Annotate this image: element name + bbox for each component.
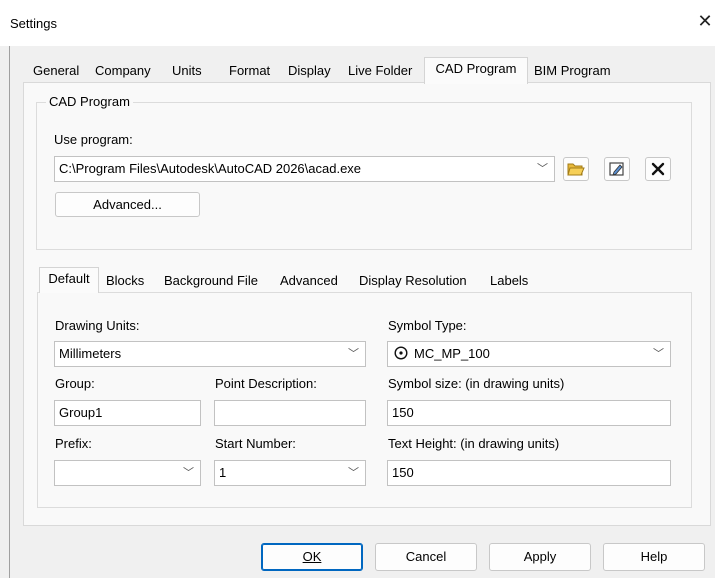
prefix-combo[interactable]: ﹀ <box>54 460 201 486</box>
symbol-type-value: MC_MP_100 <box>414 346 490 361</box>
prefix-label: Prefix: <box>55 436 92 451</box>
symbol-size-input[interactable]: 150 <box>387 400 671 426</box>
start-number-combo[interactable]: 1 ﹀ <box>214 460 366 486</box>
close-icon[interactable]: ✕ <box>696 12 714 30</box>
chevron-down-icon: ﹀ <box>183 467 194 479</box>
cad-program-group-title: CAD Program <box>46 94 133 109</box>
chevron-down-icon: ﹀ <box>537 163 548 175</box>
help-button[interactable]: Help <box>603 543 705 571</box>
open-folder-icon <box>567 163 585 176</box>
chevron-down-icon: ﹀ <box>348 348 359 360</box>
point-description-label: Point Description: <box>215 376 317 391</box>
subtab-advanced[interactable]: Advanced <box>277 270 341 292</box>
tab-company[interactable]: Company <box>92 60 154 82</box>
title-bar <box>0 0 715 46</box>
target-point-icon <box>394 346 408 360</box>
cancel-button-label: Cancel <box>405 549 447 564</box>
cancel-button[interactable]: Cancel <box>375 543 477 571</box>
tab-general[interactable]: General <box>30 60 82 82</box>
chevron-down-icon: ﹀ <box>348 467 359 479</box>
start-number-value: 1 <box>219 465 227 480</box>
point-description-input[interactable] <box>214 400 366 426</box>
drawing-units-combo[interactable]: Millimeters ﹀ <box>54 341 366 367</box>
edit-program-button[interactable] <box>604 157 630 181</box>
tab-format[interactable]: Format <box>226 60 273 82</box>
tab-display[interactable]: Display <box>285 60 334 82</box>
close-x-icon <box>651 162 665 176</box>
drawing-units-label: Drawing Units: <box>55 318 140 333</box>
ok-button-label: OK <box>302 549 322 564</box>
advanced-button[interactable]: Advanced... <box>55 192 200 217</box>
group-label: Group: <box>55 376 95 391</box>
drawing-units-value: Millimeters <box>59 346 122 361</box>
tab-cad-program[interactable]: CAD Program <box>424 57 528 84</box>
symbol-type-combo[interactable]: MC_MP_100 ﹀ <box>387 341 671 367</box>
tab-live-folder[interactable]: Live Folder <box>345 60 415 82</box>
chevron-down-icon: ﹀ <box>653 348 664 360</box>
help-button-label: Help <box>640 549 668 564</box>
browse-folder-button[interactable] <box>563 157 589 181</box>
apply-button[interactable]: Apply <box>489 543 591 571</box>
text-height-label: Text Height: (in drawing units) <box>388 436 560 451</box>
use-program-label: Use program: <box>54 132 133 147</box>
subtab-display-resolution[interactable]: Display Resolution <box>356 270 470 292</box>
apply-button-label: Apply <box>523 549 557 564</box>
program-path-combo[interactable]: C:\Program Files\Autodesk\AutoCAD 2026\a… <box>54 156 555 182</box>
program-path-value: C:\Program Files\Autodesk\AutoCAD 2026\a… <box>59 161 362 176</box>
tab-bim-program[interactable]: BIM Program <box>531 60 614 82</box>
tab-units[interactable]: Units <box>169 60 205 82</box>
subtab-blocks[interactable]: Blocks <box>103 270 147 292</box>
clear-program-button[interactable] <box>645 157 671 181</box>
window-title: Settings <box>10 16 57 31</box>
window-border <box>9 46 10 578</box>
subtab-default[interactable]: Default <box>39 267 99 293</box>
subtab-labels[interactable]: Labels <box>487 270 531 292</box>
edit-icon <box>609 162 624 176</box>
group-input[interactable]: Group1 <box>54 400 201 426</box>
text-height-input[interactable]: 150 <box>387 460 671 486</box>
ok-button[interactable]: OK <box>261 543 363 571</box>
symbol-size-label: Symbol size: (in drawing units) <box>388 376 565 391</box>
start-number-label: Start Number: <box>215 436 296 451</box>
subtab-background-file[interactable]: Background File <box>161 270 261 292</box>
symbol-type-label: Symbol Type: <box>388 318 467 333</box>
